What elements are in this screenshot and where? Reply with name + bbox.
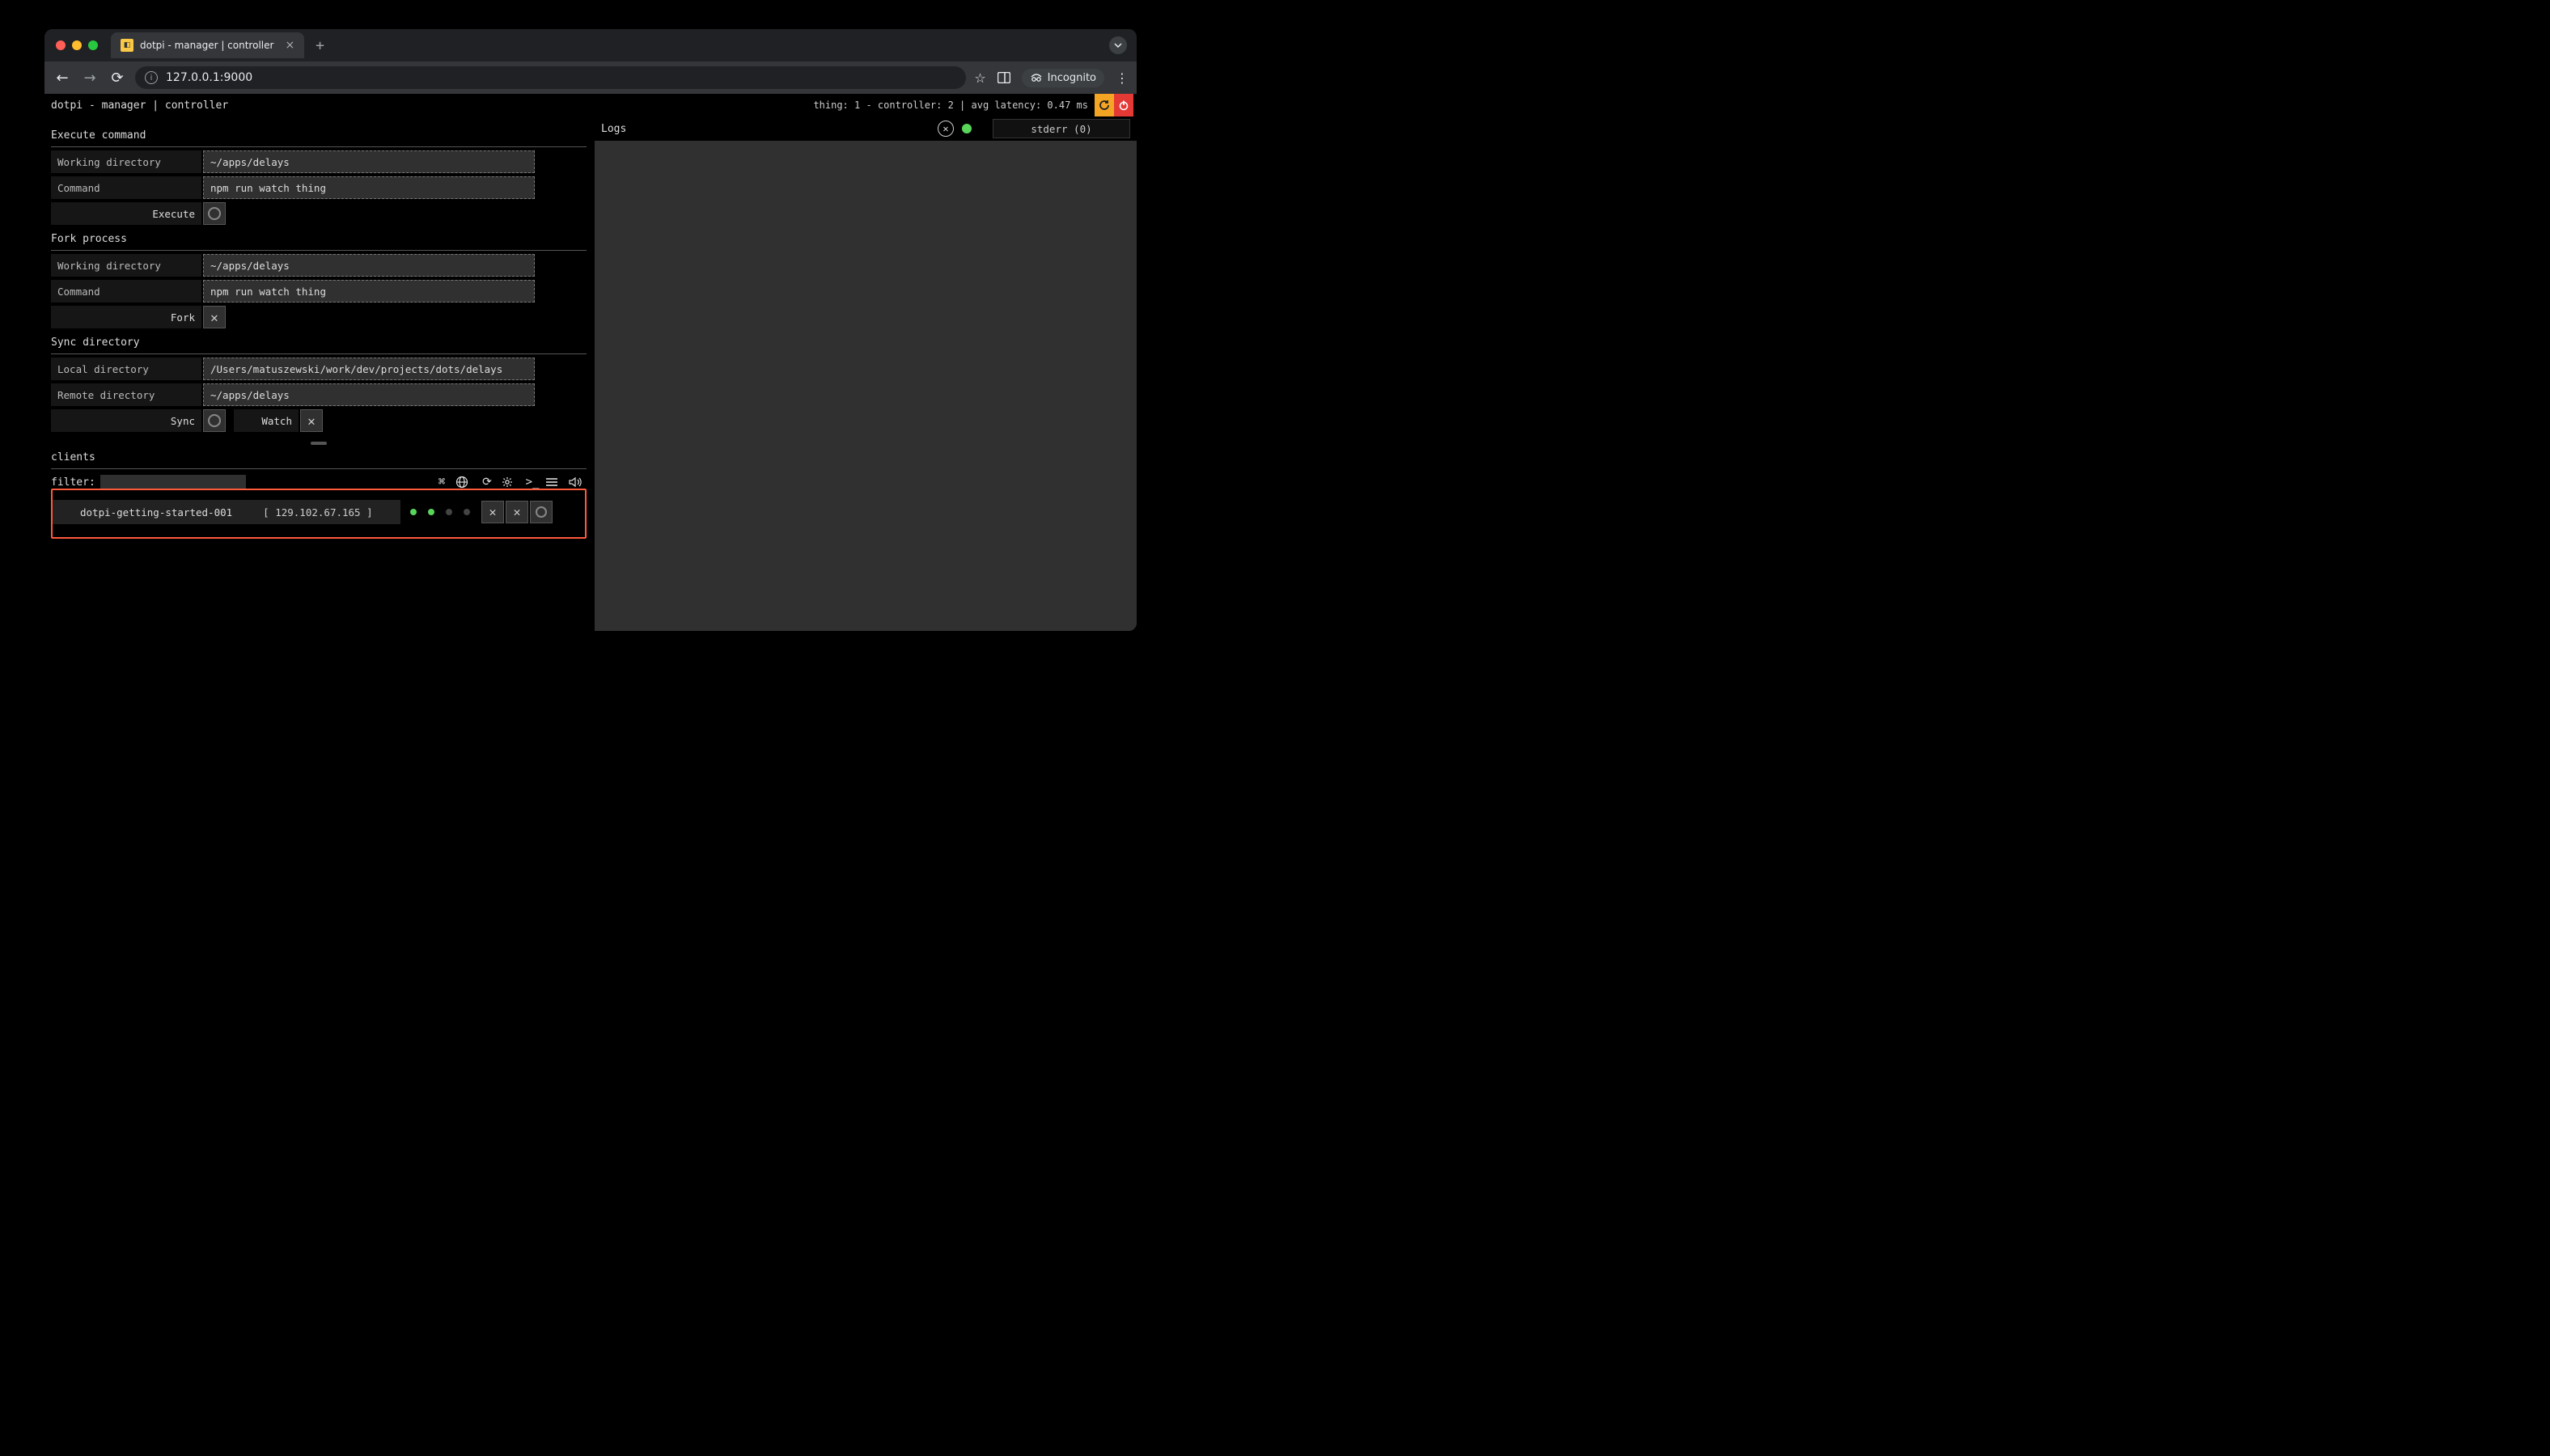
status-dot-1 — [410, 509, 417, 515]
exec-wd-input[interactable] — [203, 150, 535, 173]
address-bar: ← → ⟳ i 127.0.0.1:9000 ☆ Incognito ⋮ — [44, 61, 1137, 94]
incognito-label: Incognito — [1048, 72, 1096, 84]
section-fork-title: Fork process — [51, 225, 587, 250]
section-sync-title: Sync directory — [51, 328, 587, 353]
status-dot-2 — [428, 509, 434, 515]
section-clients-title: clients — [51, 448, 587, 468]
logs-panel: Logs ✕ stderr (0) — [595, 116, 1137, 631]
status-dot-3 — [446, 509, 452, 515]
log-status-indicator — [962, 124, 972, 133]
control-panel: Execute command Working directory Comman… — [44, 116, 595, 631]
url-text: 127.0.0.1:9000 — [166, 71, 252, 84]
fork-cmd-label: Command — [51, 280, 201, 303]
favicon-icon: ◧ — [121, 39, 133, 52]
page-content: dotpi - manager | controller thing: 1 - … — [44, 94, 1137, 631]
terminal-icon[interactable]: >_ — [523, 476, 541, 489]
client-name: dotpi-getting-started-001 — [80, 506, 232, 518]
fork-cmd-input[interactable] — [203, 280, 535, 303]
exec-wd-label: Working directory — [51, 150, 201, 173]
clients-list: dotpi-getting-started-001 [ 129.102.67.1… — [51, 489, 587, 539]
tab-list-button[interactable] — [1109, 36, 1127, 54]
browser-tab[interactable]: ◧ dotpi - manager | controller × — [111, 32, 304, 58]
watch-button-label: Watch — [234, 409, 299, 432]
client-action-2[interactable]: ✕ — [506, 501, 528, 523]
exec-button-label: Execute — [51, 202, 201, 225]
maximize-window-button[interactable] — [88, 40, 98, 50]
site-info-icon[interactable]: i — [145, 71, 158, 84]
section-execute-title: Execute command — [51, 121, 587, 146]
client-row[interactable]: dotpi-getting-started-001 [ 129.102.67.1… — [53, 500, 585, 524]
sync-remote-input[interactable] — [203, 383, 535, 406]
client-status-dots — [410, 509, 470, 515]
power-button[interactable] — [1114, 94, 1133, 116]
list-icon[interactable] — [546, 477, 564, 487]
close-tab-button[interactable]: × — [285, 39, 294, 52]
browser-window: ◧ dotpi - manager | controller × + ← → ⟳… — [44, 29, 1137, 631]
omnibox[interactable]: i 127.0.0.1:9000 — [135, 66, 966, 89]
window-controls — [56, 40, 98, 50]
log-output[interactable] — [595, 141, 1137, 631]
fork-button-label: Fork — [51, 306, 201, 328]
exec-cmd-input[interactable] — [203, 176, 535, 199]
settings-icon[interactable] — [501, 476, 519, 489]
tab-title: dotpi - manager | controller — [140, 40, 273, 51]
client-action-3[interactable] — [530, 501, 553, 523]
filter-input[interactable] — [100, 475, 246, 489]
menu-icon[interactable]: ⋮ — [1116, 70, 1129, 86]
reload-button[interactable]: ⟳ — [108, 68, 127, 87]
filter-label: filter: — [51, 476, 95, 489]
incognito-icon — [1030, 73, 1043, 83]
fork-button[interactable]: ✕ — [203, 306, 226, 328]
sync-local-label: Local directory — [51, 358, 201, 380]
exec-cmd-label: Command — [51, 176, 201, 199]
watch-button[interactable]: ✕ — [300, 409, 323, 432]
close-window-button[interactable] — [56, 40, 66, 50]
sync-local-input[interactable] — [203, 358, 535, 380]
fork-wd-label: Working directory — [51, 254, 201, 277]
audio-icon[interactable] — [569, 476, 587, 488]
sync-button[interactable] — [203, 409, 226, 432]
reload-app-button[interactable] — [1095, 94, 1114, 116]
stderr-label: stderr (0) — [1031, 123, 1091, 135]
sync-button-label: Sync — [51, 409, 201, 432]
bookmark-icon[interactable]: ☆ — [974, 70, 985, 86]
execute-button[interactable] — [203, 202, 226, 225]
panel-icon[interactable] — [998, 72, 1010, 83]
status-dot-4 — [464, 509, 470, 515]
command-icon[interactable]: ⌘ — [433, 476, 451, 489]
back-button[interactable]: ← — [53, 68, 72, 87]
resize-grip[interactable] — [51, 438, 587, 448]
tab-strip: ◧ dotpi - manager | controller × + — [44, 29, 1137, 61]
client-action-1[interactable]: ✕ — [481, 501, 504, 523]
status-text: thing: 1 - controller: 2 | avg latency: … — [813, 99, 1095, 111]
stderr-tab[interactable]: stderr (0) — [993, 119, 1130, 138]
app-header: dotpi - manager | controller thing: 1 - … — [44, 94, 1137, 116]
forward-button[interactable]: → — [80, 68, 100, 87]
sync-remote-label: Remote directory — [51, 383, 201, 406]
client-ip: [ 129.102.67.165 ] — [263, 506, 372, 518]
logs-title: Logs — [601, 123, 626, 135]
minimize-window-button[interactable] — [72, 40, 82, 50]
fork-wd-input[interactable] — [203, 254, 535, 277]
new-tab-button[interactable]: + — [309, 37, 331, 54]
app-title: dotpi - manager | controller — [51, 99, 228, 112]
clear-logs-button[interactable]: ✕ — [938, 121, 954, 137]
network-icon[interactable] — [455, 476, 473, 489]
incognito-badge[interactable]: Incognito — [1022, 69, 1104, 87]
refresh-icon[interactable]: ⟳ — [478, 476, 496, 489]
